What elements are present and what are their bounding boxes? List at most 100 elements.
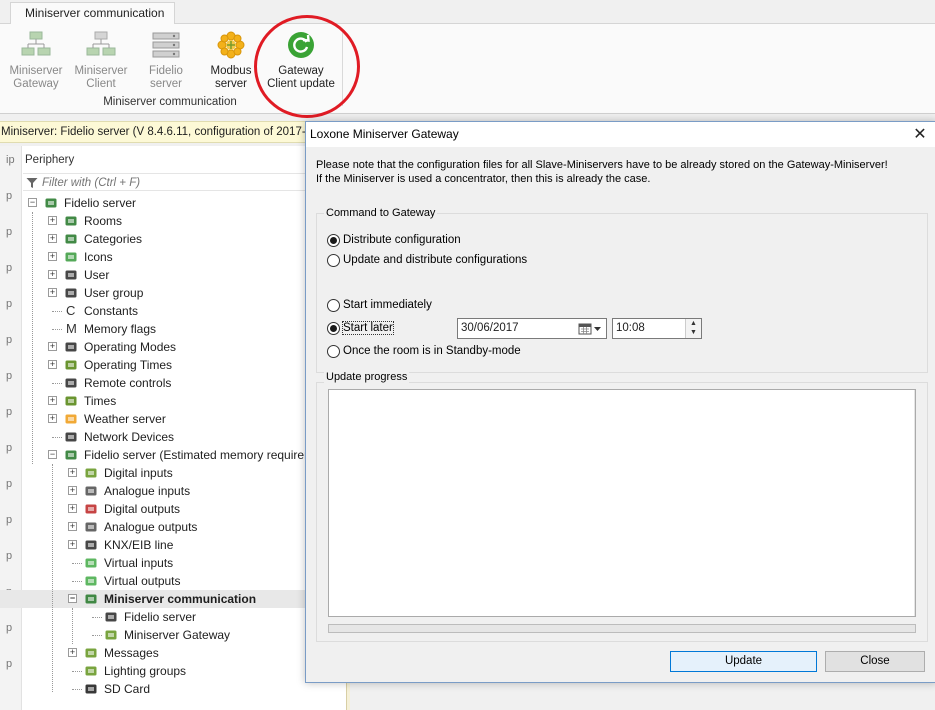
tree-item[interactable]: + Operating Times — [0, 356, 310, 374]
miniserver-gateway-button[interactable]: Miniserver Gateway — [6, 30, 66, 96]
tree-item[interactable]: Network Devices — [0, 428, 310, 446]
expand-icon[interactable]: + — [68, 540, 77, 549]
standby-label[interactable]: Once the room is in Standby-mode — [343, 345, 521, 357]
start-immediately-label[interactable]: Start immediately — [343, 299, 432, 311]
tree-item[interactable]: − Fidelio server (Estimated memory requir… — [0, 446, 314, 464]
remote-icon — [64, 376, 78, 390]
tree-item[interactable]: C Constants — [0, 302, 310, 320]
tree-connector — [72, 671, 82, 672]
tree-item[interactable]: + KNX/EIB line — [0, 536, 310, 554]
miniserver-client-button[interactable]: Miniserver Client — [71, 30, 131, 96]
tree-item[interactable]: Miniserver Gateway — [0, 626, 310, 644]
expand-icon[interactable]: + — [48, 252, 57, 261]
progress-group-label: Update progress — [324, 371, 410, 383]
expand-icon[interactable]: + — [48, 270, 57, 279]
collapse-icon[interactable]: − — [68, 594, 77, 603]
expand-icon[interactable]: + — [48, 396, 57, 405]
expand-icon[interactable]: + — [48, 342, 57, 351]
update-distribute-radio[interactable] — [327, 254, 340, 267]
tree-item[interactable]: Virtual inputs — [0, 554, 310, 572]
periphery-tree: − Fidelio server + Rooms + Categories + Icons + U… — [0, 146, 350, 710]
time-down-icon[interactable]: ▼ — [685, 328, 701, 338]
expand-icon[interactable]: + — [48, 414, 57, 423]
tree-connector — [52, 383, 62, 384]
gateway-icon — [20, 30, 52, 60]
update-distribute-label[interactable]: Update and distribute configurations — [343, 254, 527, 266]
start-later-radio[interactable] — [327, 322, 340, 335]
tree-item-label: Miniserver communication — [104, 592, 257, 606]
ribbon-button-label: Gateway — [13, 78, 59, 90]
progress-list[interactable] — [328, 389, 916, 617]
standby-radio[interactable] — [327, 345, 340, 358]
close-button[interactable]: Close — [825, 651, 925, 672]
network-icon — [64, 430, 78, 444]
tree-item-label: Analogue outputs — [104, 520, 198, 534]
tree-item-label: Network Devices — [84, 430, 175, 444]
tree-item[interactable]: Virtual outputs — [0, 572, 310, 590]
knx-icon — [84, 538, 98, 552]
distribute-label[interactable]: Distribute configuration — [343, 234, 461, 246]
start-date-picker[interactable]: 30/06/2017 — [457, 318, 607, 339]
tree-guide-line — [52, 464, 53, 692]
calendar-dropdown-icon[interactable] — [578, 322, 604, 336]
expand-icon[interactable]: + — [48, 360, 57, 369]
tree-item[interactable]: + Weather server — [0, 410, 310, 428]
user-group-icon — [64, 286, 78, 300]
tree-item[interactable]: + Operating Modes — [0, 338, 310, 356]
tree-item[interactable]: Remote controls — [0, 374, 310, 392]
tree-item[interactable]: − Miniserver communication — [0, 590, 310, 608]
tree-item[interactable]: + Digital inputs — [0, 464, 310, 482]
start-time-value: 10:08 — [616, 322, 645, 334]
expand-icon[interactable]: + — [68, 468, 77, 477]
fidelio-server-button[interactable]: Fidelio server — [136, 30, 196, 96]
tree-item[interactable]: M Memory flags — [0, 320, 310, 338]
expand-icon[interactable]: + — [68, 486, 77, 495]
expand-icon[interactable]: + — [68, 522, 77, 531]
tree-item-label: Rooms — [84, 214, 123, 228]
fidelio-server-icon — [150, 30, 182, 60]
tree-item[interactable]: SD Card — [0, 680, 310, 698]
tree-item[interactable]: + User group — [0, 284, 310, 302]
expand-icon[interactable]: + — [68, 504, 77, 513]
ribbon-tab-miniserver-communication[interactable]: Miniserver communication — [10, 2, 175, 25]
tree-item[interactable]: + Categories — [0, 230, 310, 248]
tree-item[interactable]: Lighting groups — [0, 662, 310, 680]
tree-item[interactable]: + Messages — [0, 644, 310, 662]
tree-item[interactable]: Fidelio server — [0, 608, 310, 626]
tree-item[interactable]: + Analogue inputs — [0, 482, 310, 500]
modbus-server-button[interactable]: Modbus server — [201, 30, 261, 96]
start-later-label[interactable]: Start later — [342, 321, 394, 335]
tree-connector — [72, 563, 82, 564]
tree-item-label: Constants — [84, 304, 139, 318]
virtual-output-icon — [84, 574, 98, 588]
tree-item[interactable]: + Rooms — [0, 212, 310, 230]
ribbon-button-label: Miniserver — [74, 65, 128, 77]
tree-item[interactable]: − Fidelio server — [0, 194, 310, 212]
update-button[interactable]: Update — [670, 651, 817, 672]
tree-item-label: User — [84, 268, 110, 282]
start-immediately-radio[interactable] — [327, 299, 340, 312]
tree-item[interactable]: + Digital outputs — [0, 500, 310, 518]
expand-icon[interactable]: + — [48, 216, 57, 225]
collapse-icon[interactable]: − — [48, 450, 57, 459]
tree-item[interactable]: + Times — [0, 392, 310, 410]
distribute-radio[interactable] — [327, 234, 340, 247]
start-time-picker[interactable]: 10:08 ▲ ▼ — [612, 318, 702, 339]
collapse-icon[interactable]: − — [28, 198, 37, 207]
close-icon[interactable]: ✕ — [906, 124, 934, 146]
tree-item[interactable]: + Icons — [0, 248, 310, 266]
tree-item-label: Categories — [84, 232, 143, 246]
tree-guide-line — [32, 212, 33, 464]
categories-icon — [64, 232, 78, 246]
clock-icon — [64, 394, 78, 408]
expand-icon[interactable]: + — [68, 648, 77, 657]
tree-item[interactable]: + Analogue outputs — [0, 518, 310, 536]
analogue-input-icon — [84, 484, 98, 498]
expand-icon[interactable]: + — [48, 234, 57, 243]
tree-connector — [52, 437, 62, 438]
dialog-titlebar: Loxone Miniserver Gateway ✕ — [306, 122, 935, 147]
tree-item-label: Weather server — [84, 412, 166, 426]
expand-icon[interactable]: + — [48, 288, 57, 297]
tree-item[interactable]: + User — [0, 266, 310, 284]
tree-item-label: Messages — [104, 646, 159, 660]
